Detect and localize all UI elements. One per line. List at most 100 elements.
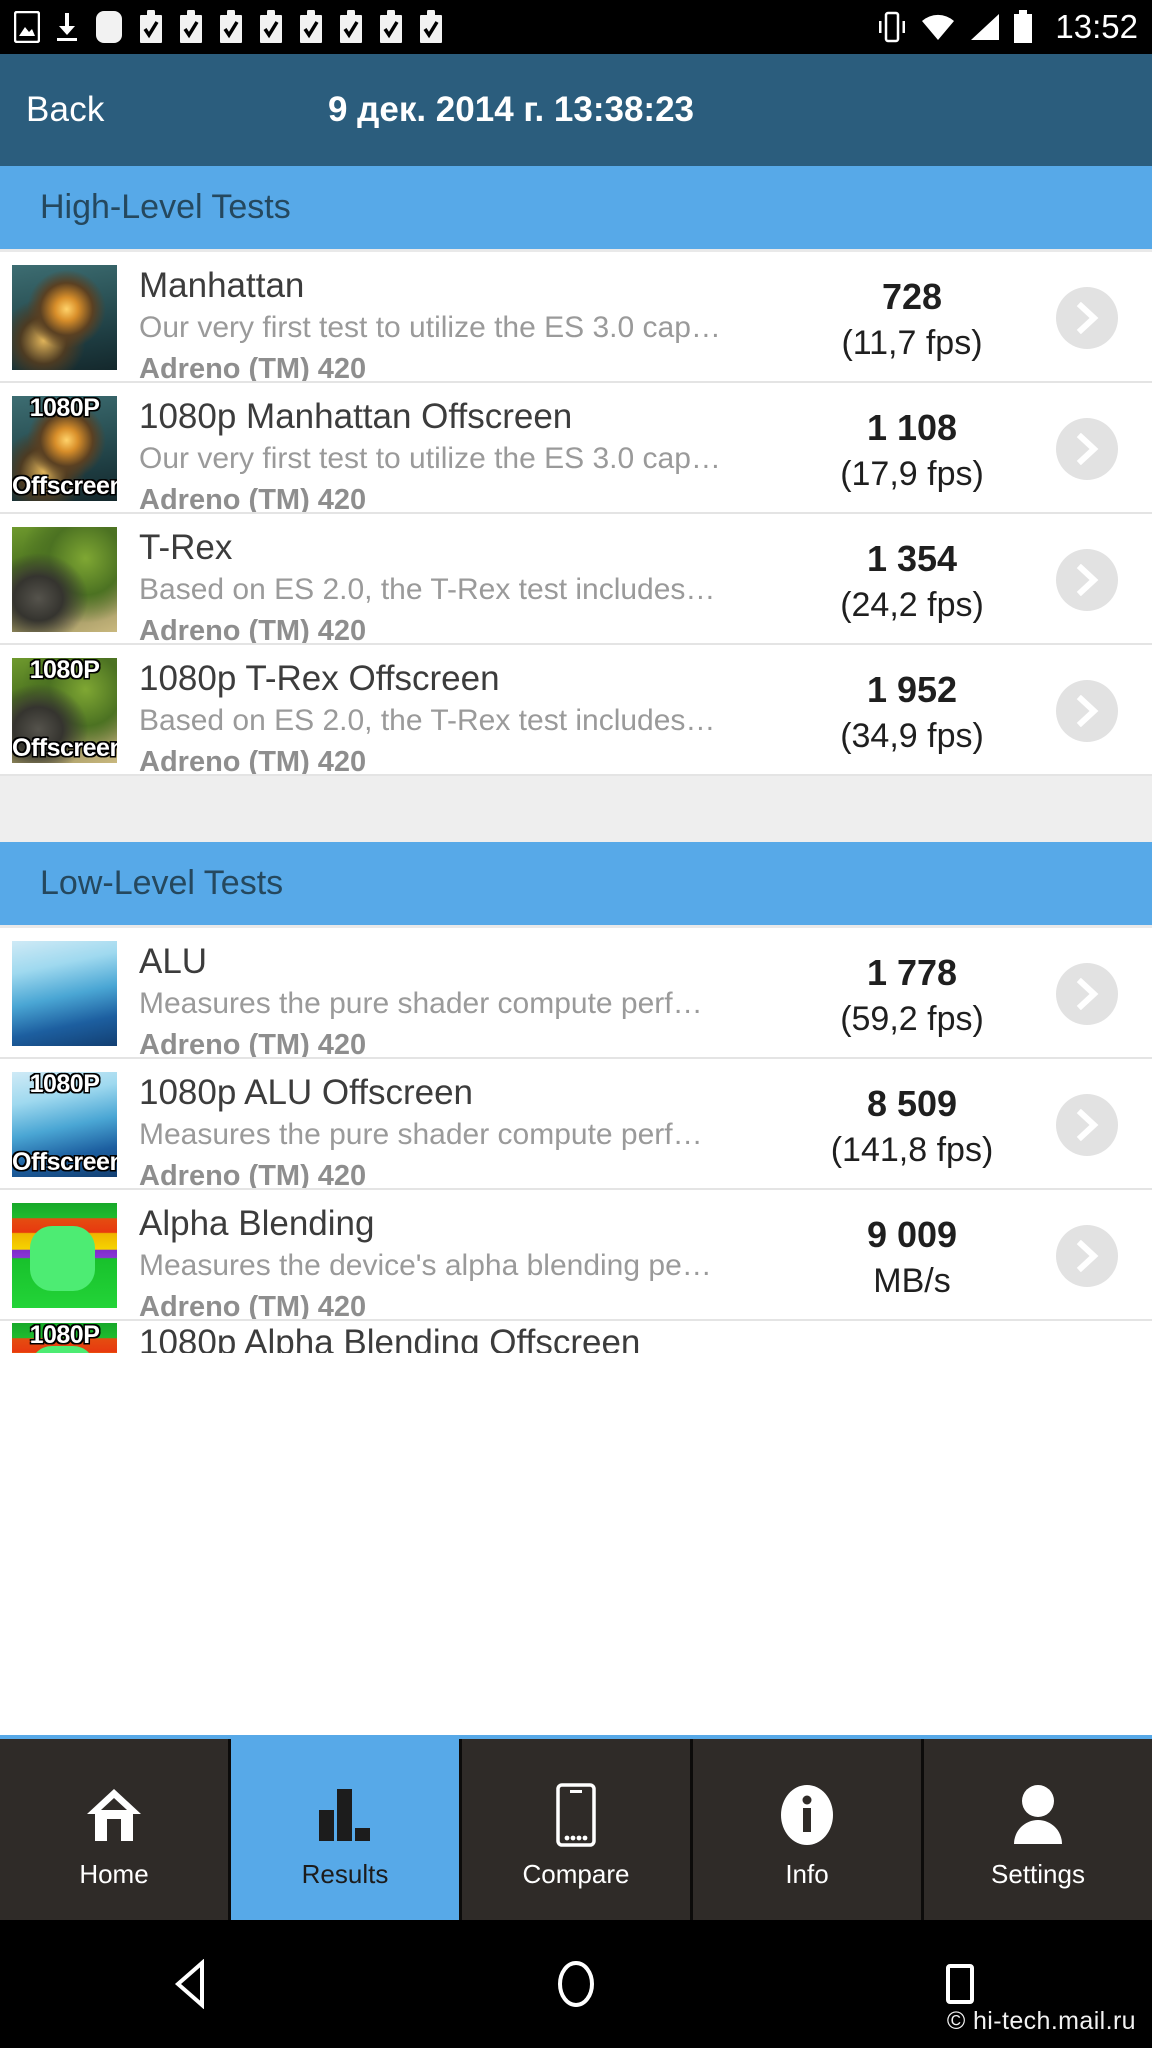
tab-label: Results: [301, 1859, 389, 1889]
checklist-icon: [220, 10, 242, 43]
tab-home[interactable]: Home: [0, 1739, 231, 1920]
rounded-square-icon: [96, 11, 122, 43]
test-description: Our very first test to utilize the ES 3.…: [139, 442, 721, 475]
checklist-icon: [260, 10, 282, 43]
table-row[interactable]: 1080P Offscreen 1080p T-Rex Offscreen Ba…: [0, 645, 1152, 776]
row-text-block: Alpha Blending Measures the device's alp…: [117, 1190, 802, 1321]
test-gpu: Adreno (TM) 420: [139, 615, 367, 645]
chevron-right-icon[interactable]: [1056, 548, 1118, 611]
test-description: Measures the pure shader compute perf…: [139, 987, 703, 1020]
table-row[interactable]: 1080P 1080p Alpha Blending Offscreen: [0, 1321, 1152, 1353]
download-icon: [57, 13, 77, 41]
row-disclosure[interactable]: [1022, 252, 1152, 381]
thumbnail-badge-resolution: 1080P: [29, 1323, 100, 1349]
chevron-right-icon[interactable]: [1056, 962, 1118, 1025]
test-thumbnail: 1080P: [12, 1323, 117, 1353]
test-score-unit: (59,2 fps): [840, 1000, 984, 1038]
test-score-unit: (141,8 fps): [830, 1131, 994, 1169]
table-row[interactable]: Alpha Blending Measures the device's alp…: [0, 1190, 1152, 1321]
checklist-icon: [380, 10, 402, 43]
home-icon: [83, 1773, 145, 1857]
status-bar-clock: 13:52: [1055, 8, 1138, 45]
test-name: 1080p ALU Offscreen: [139, 1073, 474, 1112]
tab-info[interactable]: Info: [693, 1739, 924, 1920]
test-description: Based on ES 2.0, the T-Rex test includes…: [139, 573, 716, 606]
chevron-right-icon[interactable]: [1056, 1093, 1118, 1156]
section-header-label: Low-Level Tests: [40, 864, 284, 902]
chevron-right-icon[interactable]: [1056, 286, 1118, 349]
row-disclosure[interactable]: [1022, 928, 1152, 1057]
person-icon: [1010, 1773, 1066, 1857]
table-row[interactable]: Manhattan Our very first test to utilize…: [0, 252, 1152, 383]
wifi-icon: [922, 14, 955, 40]
test-thumbnail: 1080P Offscreen: [12, 1072, 117, 1177]
test-score-unit: (17,9 fps): [840, 455, 984, 493]
info-icon: [779, 1773, 835, 1857]
test-name: 1080p T-Rex Offscreen: [139, 659, 500, 698]
vibrate-icon: [879, 11, 906, 43]
test-score: 9 009: [866, 1214, 958, 1255]
test-list-low-level: ALU Measures the pure shader compute per…: [0, 928, 1152, 1353]
row-score-block: 1 778 (59,2 fps): [802, 928, 1022, 1042]
home-circle-icon[interactable]: [516, 1920, 636, 2048]
section-header-high-level: High-Level Tests: [0, 166, 1152, 252]
test-gpu: Adreno (TM) 420: [139, 746, 367, 776]
phone-icon: [554, 1773, 598, 1857]
test-score: 8 509: [866, 1083, 958, 1124]
table-row[interactable]: 1080P Offscreen 1080p Manhattan Offscree…: [0, 383, 1152, 514]
tab-results[interactable]: Results: [231, 1739, 462, 1920]
chevron-right-icon[interactable]: [1056, 1224, 1118, 1287]
test-thumbnail: [12, 265, 117, 370]
android-status-bar: 13:52: [0, 0, 1152, 54]
chevron-right-icon[interactable]: [1056, 679, 1118, 742]
tab-label: Settings: [991, 1859, 1085, 1889]
test-list-high-level: Manhattan Our very first test to utilize…: [0, 252, 1152, 776]
test-score-unit: MB/s: [873, 1262, 951, 1300]
test-thumbnail: [12, 941, 117, 1046]
row-disclosure[interactable]: [1022, 514, 1152, 643]
tab-settings[interactable]: Settings: [924, 1739, 1152, 1920]
row-text-block: 1080p Alpha Blending Offscreen: [117, 1321, 1152, 1353]
thumbnail-badge-resolution: 1080P: [29, 658, 100, 684]
thumbnail-badge-resolution: 1080P: [29, 1072, 100, 1098]
back-triangle-icon[interactable]: [132, 1920, 252, 2048]
table-row[interactable]: ALU Measures the pure shader compute per…: [0, 928, 1152, 1059]
table-row[interactable]: T-Rex Based on ES 2.0, the T-Rex test in…: [0, 514, 1152, 645]
test-score: 1 778: [866, 952, 958, 993]
chevron-right-icon[interactable]: [1056, 417, 1118, 480]
app-title-bar: Back 9 дек. 2014 г. 13:38:23: [0, 54, 1152, 166]
test-gpu: Adreno (TM) 420: [139, 1291, 367, 1321]
row-text-block: T-Rex Based on ES 2.0, the T-Rex test in…: [117, 514, 802, 645]
checklist-icon: [340, 10, 362, 43]
row-text-block: 1080p Manhattan Offscreen Our very first…: [117, 383, 802, 512]
checklist-icon: [180, 10, 202, 43]
test-score: 1 354: [866, 538, 958, 579]
section-header-low-level: Low-Level Tests: [0, 842, 1152, 928]
android-nav-bar: © hi-tech.mail.ru: [0, 1920, 1152, 2048]
row-score-block: 1 108 (17,9 fps): [802, 383, 1022, 497]
test-score-unit: (11,7 fps): [841, 324, 983, 362]
test-thumbnail: 1080P Offscreen: [12, 396, 117, 501]
thumbnail-badge-offscreen: Offscreen: [12, 472, 117, 500]
row-disclosure[interactable]: [1022, 645, 1152, 774]
thumbnail-badge-offscreen: Offscreen: [12, 734, 117, 762]
row-text-block: Manhattan Our very first test to utilize…: [117, 252, 802, 381]
tab-compare[interactable]: Compare: [462, 1739, 693, 1920]
row-score-block: 8 509 (141,8 fps): [802, 1059, 1022, 1173]
checklist-icon: [300, 10, 322, 43]
checklist-icon: [140, 10, 162, 43]
signal-icon: [971, 14, 1000, 40]
test-name: 1080p Alpha Blending Offscreen: [139, 1323, 641, 1353]
test-name: 1080p Manhattan Offscreen: [139, 397, 573, 436]
row-disclosure[interactable]: [1022, 1059, 1152, 1188]
app-screen: 13:52 Back 9 дек. 2014 г. 13:38:23 High-…: [0, 0, 1152, 2048]
tab-label: Info: [785, 1859, 829, 1889]
table-row[interactable]: 1080P Offscreen 1080p ALU Offscreen Meas…: [0, 1059, 1152, 1190]
row-disclosure[interactable]: [1022, 1190, 1152, 1319]
row-disclosure[interactable]: [1022, 383, 1152, 512]
test-name: Alpha Blending: [139, 1204, 375, 1243]
image-icon: [14, 11, 40, 43]
bottom-tab-bar: Home Results Compare Info Settings: [0, 1735, 1152, 1920]
row-score-block: 9 009 MB/s: [802, 1190, 1022, 1304]
test-score: 1 108: [866, 407, 958, 448]
